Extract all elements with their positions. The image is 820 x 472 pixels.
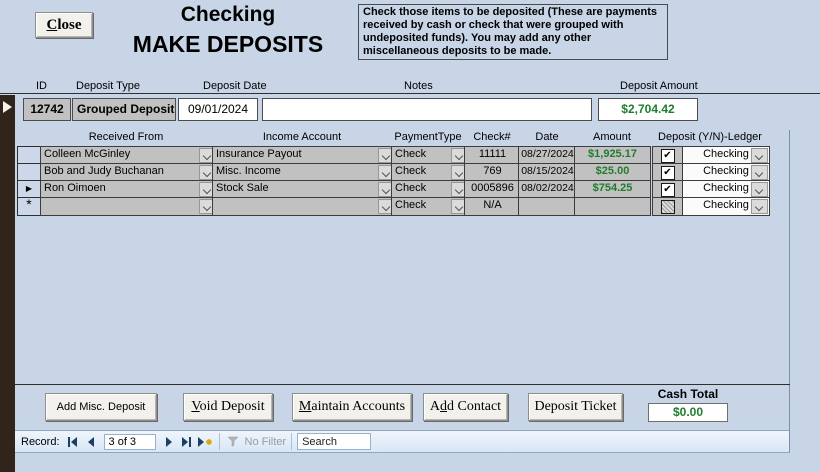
- amount-header: Amount: [576, 131, 648, 146]
- check-number-header: Check#: [466, 131, 518, 146]
- dropdown-icon[interactable]: [751, 165, 768, 180]
- last-record-icon[interactable]: [179, 434, 195, 450]
- dropdown-icon[interactable]: [751, 199, 768, 214]
- notes-field[interactable]: [262, 98, 592, 121]
- deposit-ticket-button[interactable]: Deposit Ticket: [528, 393, 623, 421]
- id-label: ID: [36, 80, 47, 92]
- deposit-ledger-header: Deposit (Y/N)-Ledger: [652, 131, 768, 146]
- search-input[interactable]: [297, 433, 371, 450]
- form-title-account: Checking: [68, 3, 388, 27]
- deposit-checkbox-cell[interactable]: [652, 197, 683, 216]
- date-cell[interactable]: [518, 197, 577, 216]
- deposit-checkbox[interactable]: [661, 183, 675, 197]
- amount-cell[interactable]: [574, 197, 651, 216]
- next-record-icon[interactable]: [161, 434, 177, 450]
- cash-total-field[interactable]: $0.00: [648, 403, 728, 422]
- income-account-header: Income Account: [213, 131, 391, 146]
- record-nav-label: Record:: [21, 436, 60, 448]
- add-misc-deposit-button[interactable]: Add Misc. Deposit: [45, 393, 157, 421]
- new-record-icon[interactable]: [197, 434, 213, 450]
- payment-type-header: PaymentType: [392, 131, 464, 146]
- header-divider: [0, 93, 820, 94]
- deposit-date-field[interactable]: 09/01/2024: [178, 98, 258, 121]
- table-row-new: * Check N/A Checking: [15, 197, 790, 214]
- dropdown-icon[interactable]: [751, 182, 768, 197]
- form-title-main: MAKE DEPOSITS: [68, 31, 388, 58]
- instructions-box: Check those items to be deposited (These…: [358, 4, 668, 60]
- deposit-date-label: Deposit Date: [203, 80, 267, 92]
- table-row: Bob and Judy Buchanan Misc. Income Check…: [15, 163, 790, 180]
- filter-icon[interactable]: [226, 434, 242, 450]
- previous-record-icon[interactable]: [83, 434, 99, 450]
- deposit-amount-field[interactable]: $2,704.42: [598, 98, 698, 121]
- row-selector-new[interactable]: *: [17, 197, 41, 216]
- deposit-checkbox[interactable]: [661, 166, 675, 180]
- record-navigation-bar: Record: 3 of 3 No Filter: [15, 430, 790, 453]
- record-selector-strip[interactable]: [0, 95, 15, 472]
- record-selector-arrow-icon: [3, 101, 12, 113]
- void-deposit-button[interactable]: Void Deposit: [183, 393, 273, 421]
- notes-label: Notes: [404, 80, 433, 92]
- nav-divider: [219, 433, 220, 450]
- add-contact-button[interactable]: Add Contact: [423, 393, 508, 421]
- first-record-icon[interactable]: [65, 434, 81, 450]
- check-number-cell[interactable]: N/A: [464, 197, 521, 216]
- deposit-type-label: Deposit Type: [76, 80, 140, 92]
- dropdown-icon[interactable]: [751, 148, 768, 163]
- record-position-box[interactable]: 3 of 3: [104, 434, 156, 450]
- ledger-cell[interactable]: Checking: [682, 197, 770, 216]
- income-account-cell[interactable]: [212, 197, 397, 216]
- table-row: ▶ Ron Oimoen Stock Sale Check 0005896 08…: [15, 180, 790, 197]
- payment-type-cell[interactable]: Check: [391, 197, 470, 216]
- deposit-checkbox[interactable]: [661, 149, 675, 163]
- deposit-checkbox[interactable]: [661, 200, 675, 214]
- deposit-amount-label: Deposit Amount: [620, 80, 698, 92]
- deposit-type-field: Grouped Deposit: [72, 98, 176, 121]
- make-deposits-form: Close Checking MAKE DEPOSITS Check those…: [0, 0, 820, 472]
- id-field: 12742: [23, 98, 71, 121]
- date-header: Date: [520, 131, 574, 146]
- footer-divider: [15, 384, 790, 385]
- nav-divider: [291, 433, 292, 450]
- cash-total-label: Cash Total: [648, 387, 728, 401]
- table-row: Colleen McGinley Insurance Payout Check …: [15, 146, 790, 163]
- received-from-header: Received From: [40, 131, 212, 146]
- maintain-accounts-button[interactable]: Maintain Accounts: [292, 393, 412, 421]
- received-from-cell[interactable]: [40, 197, 218, 216]
- no-filter-label[interactable]: No Filter: [245, 436, 287, 448]
